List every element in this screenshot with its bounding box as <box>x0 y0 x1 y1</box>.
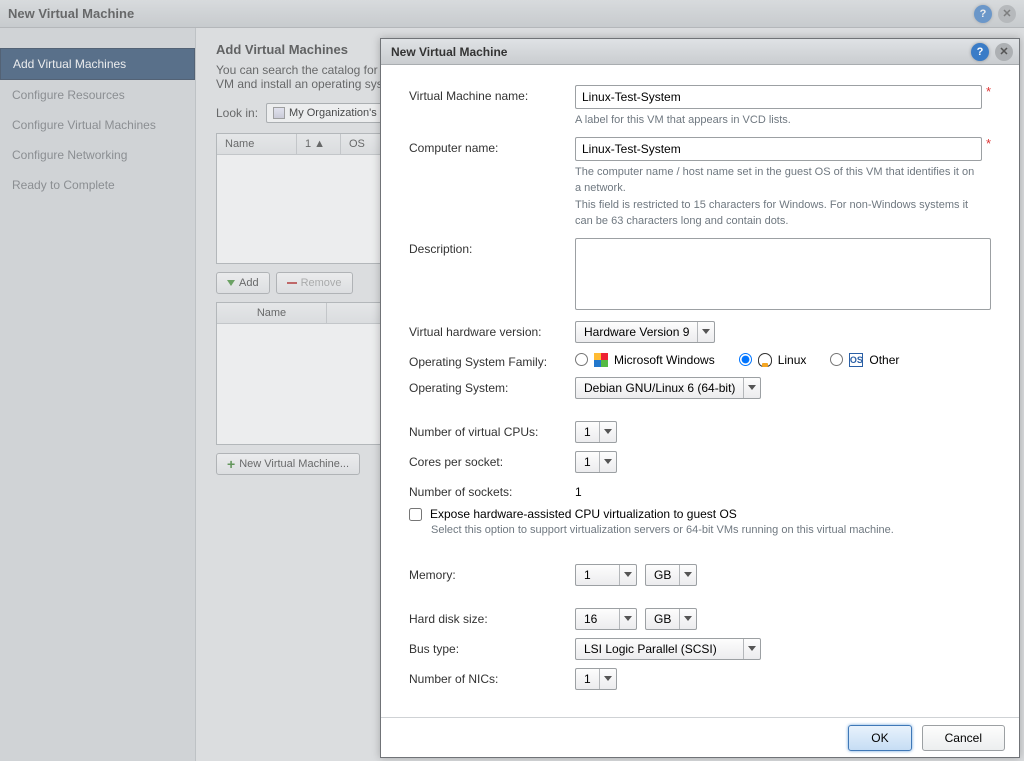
cores-label: Cores per socket: <box>409 451 575 473</box>
hw-version-value: Hardware Version 9 <box>576 322 698 342</box>
os-family-label: Operating System Family: <box>409 351 575 369</box>
vm-name-input[interactable] <box>575 85 982 109</box>
chevron-down-icon <box>600 429 616 434</box>
chevron-down-icon <box>620 572 636 577</box>
vm-name-label: Virtual Machine name: <box>409 85 575 129</box>
modal-header: New Virtual Machine ? ✕ <box>381 39 1019 65</box>
nics-value: 1 <box>576 669 600 689</box>
chevron-down-icon <box>600 676 616 681</box>
sockets-value: 1 <box>575 481 991 499</box>
cores-select[interactable]: 1 <box>575 451 617 473</box>
description-label: Description: <box>409 238 575 313</box>
cores-value: 1 <box>576 452 600 472</box>
required-asterisk: * <box>986 85 991 98</box>
chevron-down-icon <box>698 329 714 334</box>
modal-footer: OK Cancel <box>381 717 1019 757</box>
modal-close-icon[interactable]: ✕ <box>995 43 1013 61</box>
other-os-icon: OS <box>849 353 863 367</box>
hdd-value: 16 <box>576 609 620 629</box>
os-family-other[interactable]: OSOther <box>830 353 899 367</box>
nics-label: Number of NICs: <box>409 668 575 690</box>
hw-version-label: Virtual hardware version: <box>409 321 575 343</box>
os-family-linux[interactable]: Linux <box>739 353 807 367</box>
bus-value: LSI Logic Parallel (SCSI) <box>576 639 744 659</box>
chevron-down-icon <box>680 572 696 577</box>
chevron-down-icon <box>744 385 760 390</box>
computer-name-label: Computer name: <box>409 137 575 230</box>
os-family-windows-radio[interactable] <box>575 353 588 366</box>
cancel-button[interactable]: Cancel <box>922 725 1005 751</box>
os-family-other-radio[interactable] <box>830 353 843 366</box>
vm-name-hint: A label for this VM that appears in VCD … <box>575 112 982 129</box>
hdd-select[interactable]: 16 <box>575 608 637 630</box>
computer-name-input[interactable] <box>575 137 982 161</box>
hdd-unit: GB <box>646 609 680 629</box>
modal-help-icon[interactable]: ? <box>971 43 989 61</box>
hw-version-select[interactable]: Hardware Version 9 <box>575 321 715 343</box>
chevron-down-icon <box>620 616 636 621</box>
memory-unit-select[interactable]: GB <box>645 564 697 586</box>
expose-label: Expose hardware-assisted CPU virtualizat… <box>430 507 737 521</box>
required-asterisk: * <box>986 137 991 150</box>
bus-label: Bus type: <box>409 638 575 660</box>
new-vm-modal: New Virtual Machine ? ✕ Virtual Machine … <box>380 38 1020 758</box>
linux-icon <box>758 353 772 367</box>
expose-virtualization-checkbox[interactable] <box>409 508 422 521</box>
chevron-down-icon <box>744 646 760 651</box>
modal-body: Virtual Machine name: A label for this V… <box>381 65 1019 717</box>
os-family-linux-radio[interactable] <box>739 353 752 366</box>
memory-unit: GB <box>646 565 680 585</box>
chevron-down-icon <box>600 459 616 464</box>
os-value: Debian GNU/Linux 6 (64-bit) <box>576 378 744 398</box>
vcpus-select[interactable]: 1 <box>575 421 617 443</box>
sockets-label: Number of sockets: <box>409 481 575 499</box>
computer-name-hint: The computer name / host name set in the… <box>575 164 982 230</box>
os-select[interactable]: Debian GNU/Linux 6 (64-bit) <box>575 377 761 399</box>
hdd-unit-select[interactable]: GB <box>645 608 697 630</box>
memory-select[interactable]: 1 <box>575 564 637 586</box>
modal-title: New Virtual Machine <box>391 45 965 59</box>
os-label: Operating System: <box>409 377 575 399</box>
ok-button[interactable]: OK <box>848 725 911 751</box>
os-family-windows[interactable]: Microsoft Windows <box>575 353 715 367</box>
memory-label: Memory: <box>409 564 575 586</box>
expose-hint: Select this option to support virtualiza… <box>431 524 991 536</box>
vcpus-value: 1 <box>576 422 600 442</box>
chevron-down-icon <box>680 616 696 621</box>
description-input[interactable] <box>575 238 991 310</box>
windows-icon <box>594 353 608 367</box>
bus-select[interactable]: LSI Logic Parallel (SCSI) <box>575 638 761 660</box>
memory-value: 1 <box>576 565 620 585</box>
vcpus-label: Number of virtual CPUs: <box>409 421 575 443</box>
hdd-label: Hard disk size: <box>409 608 575 630</box>
nics-select[interactable]: 1 <box>575 668 617 690</box>
